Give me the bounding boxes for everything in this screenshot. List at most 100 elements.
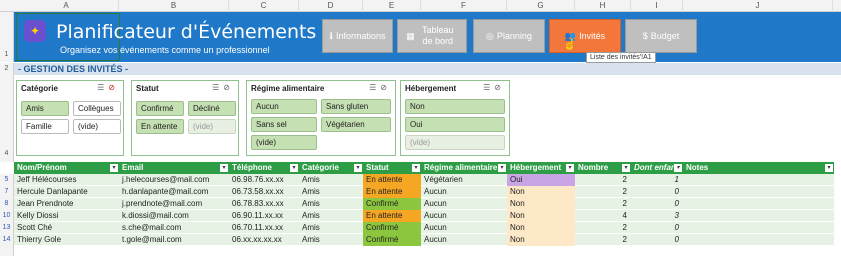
cell-nom[interactable]: Jean Prendnote bbox=[14, 198, 119, 210]
cell-dont-enfant[interactable]: 1 bbox=[631, 174, 683, 186]
slicer-item[interactable]: Amis bbox=[21, 101, 69, 116]
slicer-item[interactable]: Sans sel bbox=[251, 117, 317, 132]
cell-dont-enfant[interactable]: 3 bbox=[631, 210, 683, 222]
cell-statut[interactable]: En attente bbox=[363, 174, 421, 186]
cell-categorie[interactable]: Amis bbox=[299, 222, 363, 234]
cell-dont-enfant[interactable]: 0 bbox=[631, 234, 683, 246]
row-header-5[interactable]: 5 bbox=[0, 174, 14, 186]
cell-telephone[interactable]: 06.70.11.xx.xx bbox=[229, 222, 299, 234]
nav-button-tableau-de-bord[interactable]: ▦ Tableau de bord bbox=[397, 19, 467, 53]
table-row[interactable]: Jeff Hélécourses j.helecourses@mail.com 06… bbox=[14, 174, 834, 186]
cell-telephone[interactable]: 06.78.83.xx.xx bbox=[229, 198, 299, 210]
nav-button-budget[interactable]: $ Budget bbox=[625, 19, 697, 53]
row-header-10[interactable]: 10 bbox=[0, 210, 14, 222]
cell-nombre[interactable]: 2 bbox=[575, 174, 631, 186]
table-row[interactable]: Hercule Danlapante h.danlapante@mail.com 0… bbox=[14, 186, 834, 198]
column-header-d[interactable]: D bbox=[299, 0, 363, 12]
cell-dont-enfant[interactable]: 0 bbox=[631, 186, 683, 198]
filter-dropdown-icon[interactable]: ▾ bbox=[498, 164, 506, 172]
cell-regime[interactable]: Végétarien bbox=[421, 174, 507, 186]
column-header-i[interactable]: I bbox=[631, 0, 683, 12]
slicer-item[interactable]: Aucun bbox=[251, 99, 317, 114]
cell-categorie[interactable]: Amis bbox=[299, 198, 363, 210]
slicer-item[interactable]: (vide) bbox=[405, 135, 505, 150]
slicer-item[interactable]: (vide) bbox=[73, 119, 121, 134]
nav-button-informations[interactable]: ℹ Informations bbox=[322, 19, 393, 53]
slicer-item[interactable]: Collègues bbox=[73, 101, 121, 116]
table-row[interactable]: Thierry Gole t.gole@mail.com 06.xx.xx.xx.x… bbox=[14, 234, 834, 246]
filter-active-icon[interactable]: ▾ bbox=[354, 164, 362, 172]
multi-select-icon[interactable]: ☰ bbox=[483, 83, 494, 92]
slicer-item[interactable]: Sans gluten bbox=[321, 99, 391, 114]
slicer-item[interactable]: En attente bbox=[136, 119, 184, 134]
cell-nombre[interactable]: 2 bbox=[575, 198, 631, 210]
cell-hebergement[interactable]: Non bbox=[507, 210, 575, 222]
table-row[interactable]: Scott Ché s.che@mail.com 06.70.11.xx.xx Ami… bbox=[14, 222, 834, 234]
slicer-item[interactable]: Décliné bbox=[188, 101, 236, 116]
multi-select-icon[interactable]: ☰ bbox=[97, 83, 108, 92]
column-header-h[interactable]: H bbox=[575, 0, 631, 12]
cell-email[interactable]: h.danlapante@mail.com bbox=[119, 186, 229, 198]
column-header-b[interactable]: B bbox=[119, 0, 229, 12]
row-header-8[interactable]: 8 bbox=[0, 198, 14, 210]
cell-dont-enfant[interactable]: 0 bbox=[631, 198, 683, 210]
cell-email[interactable]: j.prendnote@mail.com bbox=[119, 198, 229, 210]
row-header-1[interactable]: 1 bbox=[0, 12, 14, 62]
filter-dropdown-icon[interactable]: ▾ bbox=[110, 164, 118, 172]
cell-statut[interactable]: Confirmé bbox=[363, 234, 421, 246]
row-header-7[interactable]: 7 bbox=[0, 186, 14, 198]
cell-nombre[interactable]: 2 bbox=[575, 222, 631, 234]
cell-email[interactable]: j.helecourses@mail.com bbox=[119, 174, 229, 186]
multi-select-icon[interactable]: ☰ bbox=[212, 83, 223, 92]
slicer-item[interactable]: Non bbox=[405, 99, 505, 114]
filter-icon[interactable]: ⊘ bbox=[223, 83, 234, 92]
cell-telephone[interactable]: 06.98.76.xx.xx bbox=[229, 174, 299, 186]
cell-statut[interactable]: En attente bbox=[363, 186, 421, 198]
cell-nombre[interactable]: 2 bbox=[575, 186, 631, 198]
cell-notes[interactable] bbox=[683, 222, 834, 234]
cell-categorie[interactable]: Amis bbox=[299, 234, 363, 246]
cell-hebergement[interactable]: Non bbox=[507, 222, 575, 234]
slicer-item[interactable]: Famille bbox=[21, 119, 69, 134]
column-header-g[interactable]: G bbox=[507, 0, 575, 12]
clear-filter-icon[interactable]: ⊘ bbox=[108, 83, 119, 92]
column-header-c[interactable]: C bbox=[229, 0, 299, 12]
cell-dont-enfant[interactable]: 0 bbox=[631, 222, 683, 234]
cell-categorie[interactable]: Amis bbox=[299, 210, 363, 222]
cell-regime[interactable]: Aucun bbox=[421, 234, 507, 246]
cell-telephone[interactable]: 06.73.58.xx.xx bbox=[229, 186, 299, 198]
slicer-item[interactable]: Végétarien bbox=[321, 117, 391, 132]
row-header-2[interactable]: 2 bbox=[0, 63, 14, 75]
cell-notes[interactable] bbox=[683, 174, 834, 186]
cell-nom[interactable]: Jeff Hélécourses bbox=[14, 174, 119, 186]
cell-notes[interactable] bbox=[683, 210, 834, 222]
slicer-item[interactable]: Oui bbox=[405, 117, 505, 132]
cell-statut[interactable]: Confirmé bbox=[363, 198, 421, 210]
nav-button-planning[interactable]: ◎ Planning bbox=[473, 19, 545, 53]
table-row[interactable]: Jean Prendnote j.prendnote@mail.com 06.78.… bbox=[14, 198, 834, 210]
row-header-14[interactable]: 14 bbox=[0, 234, 14, 256]
cell-statut[interactable]: Confirmé bbox=[363, 222, 421, 234]
cell-categorie[interactable]: Amis bbox=[299, 186, 363, 198]
slicer-item[interactable]: (vide) bbox=[251, 135, 317, 150]
cell-notes[interactable] bbox=[683, 198, 834, 210]
cell-nom[interactable]: Kelly Diossi bbox=[14, 210, 119, 222]
cell-nom[interactable]: Scott Ché bbox=[14, 222, 119, 234]
table-row[interactable]: Kelly Diossi k.diossi@mail.com 06.90.11.xx… bbox=[14, 210, 834, 222]
cell-notes[interactable] bbox=[683, 186, 834, 198]
filter-dropdown-icon[interactable]: ▾ bbox=[290, 164, 298, 172]
cell-hebergement[interactable]: Non bbox=[507, 198, 575, 210]
filter-dropdown-icon[interactable]: ▾ bbox=[566, 164, 574, 172]
cell-nom[interactable]: Thierry Gole bbox=[14, 234, 119, 246]
multi-select-icon[interactable]: ☰ bbox=[369, 83, 380, 92]
cell-regime[interactable]: Aucun bbox=[421, 222, 507, 234]
cell-categorie[interactable]: Amis bbox=[299, 174, 363, 186]
cell-hebergement[interactable]: Non bbox=[507, 234, 575, 246]
cell-telephone[interactable]: 06.90.11.xx.xx bbox=[229, 210, 299, 222]
cell-hebergement[interactable]: Non bbox=[507, 186, 575, 198]
slicer-item[interactable]: Confirmé bbox=[136, 101, 184, 116]
cell-regime[interactable]: Aucun bbox=[421, 198, 507, 210]
filter-dropdown-icon[interactable]: ▾ bbox=[674, 164, 682, 172]
slicer-item[interactable]: (vide) bbox=[188, 119, 236, 134]
filter-dropdown-icon[interactable]: ▾ bbox=[825, 164, 833, 172]
